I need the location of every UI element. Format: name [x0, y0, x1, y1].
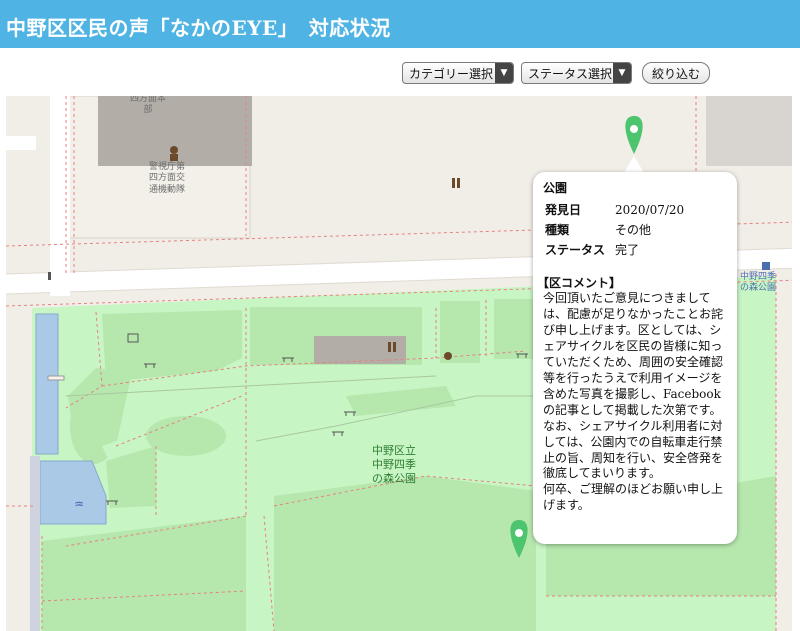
- park-building: [314, 336, 406, 364]
- map-label-police: 警視庁第 四方面交 通機動隊: [149, 162, 186, 195]
- category-select-label: カテゴリー選択: [409, 66, 494, 81]
- category-select[interactable]: カテゴリー選択 ▼: [402, 62, 514, 84]
- map-edge: [792, 96, 800, 631]
- status-select-label: ステータス選択: [528, 66, 613, 81]
- detail-value: その他: [615, 223, 652, 237]
- chevron-down-icon: ▼: [613, 63, 631, 83]
- map-label-park: 中野区立 中野四季 の森公園: [372, 444, 416, 485]
- detail-value: 完了: [615, 243, 640, 257]
- svg-text:♒: ♒: [74, 498, 84, 511]
- report-popup: 公園 発見日 2020/07/20 種類 その他 ステータス 完了 【区コメント…: [533, 172, 737, 544]
- detail-row-status: ステータス 完了: [545, 242, 639, 259]
- popup-pointer: [624, 156, 644, 173]
- map-label-block: 四方面本 部: [130, 96, 167, 116]
- header-bar: 中野区区民の声「なかのEYE」 対応状況: [0, 0, 800, 48]
- detail-key: ステータス: [545, 243, 606, 257]
- filter-bar: カテゴリー選択 ▼ ステータス選択 ▼ 絞り込む: [0, 48, 800, 96]
- detail-row-date: 発見日 2020/07/20: [545, 202, 684, 219]
- detail-value: 2020/07/20: [615, 203, 685, 217]
- comment-body: 今回頂いたご意見につきましては、配慮が足りなかったことお詫び申し上げます。区とし…: [543, 291, 724, 513]
- page-title: 中野区区民の声「なかのEYE」 対応状況: [6, 16, 391, 40]
- filter-submit-button[interactable]: 絞り込む: [642, 62, 710, 84]
- map-label-station: 中野四季 の森公園: [740, 272, 777, 294]
- detail-key: 種類: [545, 223, 570, 237]
- detail-key: 発見日: [545, 203, 582, 217]
- detail-row-kind: 種類 その他: [545, 222, 651, 239]
- status-select[interactable]: ステータス選択 ▼: [521, 62, 632, 84]
- popup-type: 公園: [543, 181, 568, 195]
- chevron-down-icon: ▼: [495, 63, 513, 83]
- comment-heading: 【区コメント】: [537, 276, 622, 290]
